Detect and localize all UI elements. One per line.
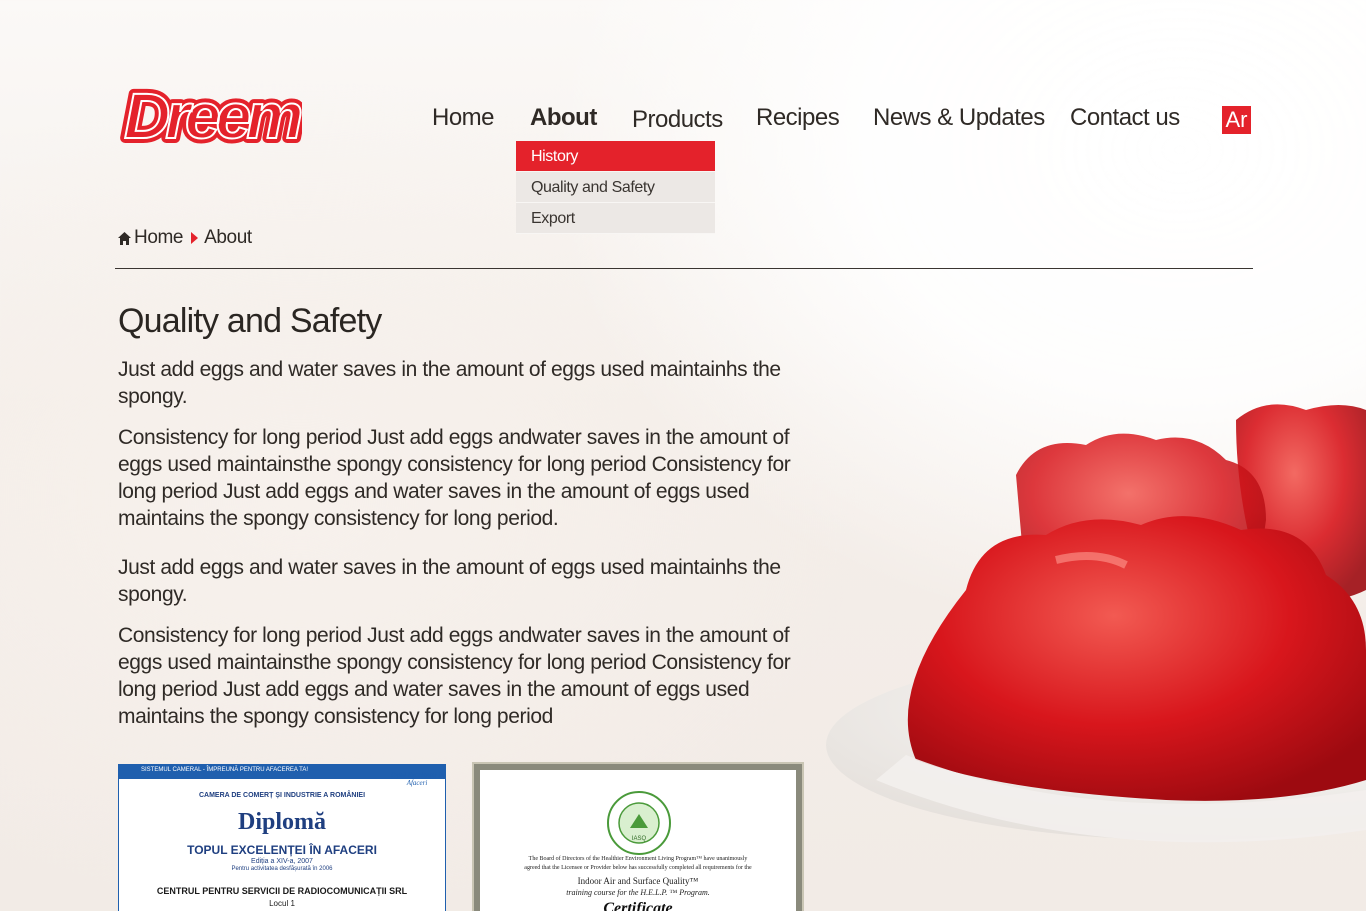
- home-icon: [118, 231, 131, 245]
- certificate-image[interactable]: IASQ The Board of Directors of the Healt…: [472, 762, 804, 911]
- dropdown-item-export[interactable]: Export: [516, 203, 715, 234]
- nav-home[interactable]: Home: [432, 104, 495, 132]
- certificate-text: The Board of Directors of the Healthier …: [528, 856, 748, 862]
- nav-news-updates[interactable]: News & Updates: [873, 104, 1045, 132]
- nav-about[interactable]: About: [530, 104, 597, 132]
- diploma-activity: Pentru activitatea desfășurată în 2006: [231, 866, 333, 872]
- divider: [115, 268, 1253, 269]
- paragraph: Just add eggs and water saves in the amo…: [118, 556, 781, 606]
- diploma-org: CAMERA DE COMERȚ ȘI INDUSTRIE A ROMÂNIEI: [198, 792, 366, 799]
- chevron-right-icon: [191, 232, 199, 244]
- certificate-course: training course for the H.E.L.P. ™ Progr…: [566, 888, 710, 897]
- page-title: Quality and Safety: [118, 302, 382, 340]
- seal-icon: IASQ: [607, 791, 671, 855]
- about-dropdown-menu: History Quality and Safety Export: [516, 141, 715, 234]
- diploma-title: Diplomă: [237, 809, 326, 835]
- diploma-badge: Topul Excelenței în Afaceri: [390, 771, 444, 787]
- diploma-place: Locul 1: [269, 899, 295, 908]
- main-nav: Home About Products Recipes News & Updat…: [0, 104, 1366, 144]
- diploma-edition: Ediția a XIV-a, 2007: [251, 858, 313, 865]
- content-body: Just add eggs and water saves in the amo…: [118, 356, 818, 744]
- diploma-recipient: CENTRUL PENTRU SERVICII DE RADIOCOMUNICA…: [156, 886, 408, 896]
- nav-products[interactable]: Products: [632, 106, 723, 134]
- dropdown-item-history[interactable]: History: [516, 141, 715, 172]
- nav-contact-us[interactable]: Contact us: [1070, 104, 1180, 132]
- dropdown-item-quality-and-safety[interactable]: Quality and Safety: [516, 172, 715, 203]
- diploma-image[interactable]: SISTEMUL CAMERAL - ÎMPREUNĂ PENTRU AFACE…: [118, 764, 446, 911]
- breadcrumb-home-link[interactable]: Home: [134, 227, 183, 249]
- paragraph: Just add eggs and water saves in the amo…: [118, 358, 781, 408]
- paragraph: Consistency for long period Just add egg…: [118, 624, 791, 728]
- svg-text:IASQ: IASQ: [632, 836, 647, 842]
- breadcrumb-current: About: [204, 227, 252, 248]
- diploma-subtitle: TOPUL EXCELENȚEI ÎN AFACERI: [187, 843, 377, 857]
- nav-recipes[interactable]: Recipes: [756, 104, 840, 132]
- certificate-title: Certificate: [603, 900, 673, 911]
- certificate-program: Indoor Air and Surface Quality™: [577, 876, 699, 886]
- jelly-dessert-image: [826, 404, 1366, 843]
- breadcrumb: Home About: [118, 226, 252, 250]
- certificate-text: agreed that the Licensee or Provider bel…: [524, 865, 752, 871]
- language-toggle-button[interactable]: Ar: [1222, 106, 1251, 134]
- paragraph: Consistency for long period Just add egg…: [118, 426, 791, 530]
